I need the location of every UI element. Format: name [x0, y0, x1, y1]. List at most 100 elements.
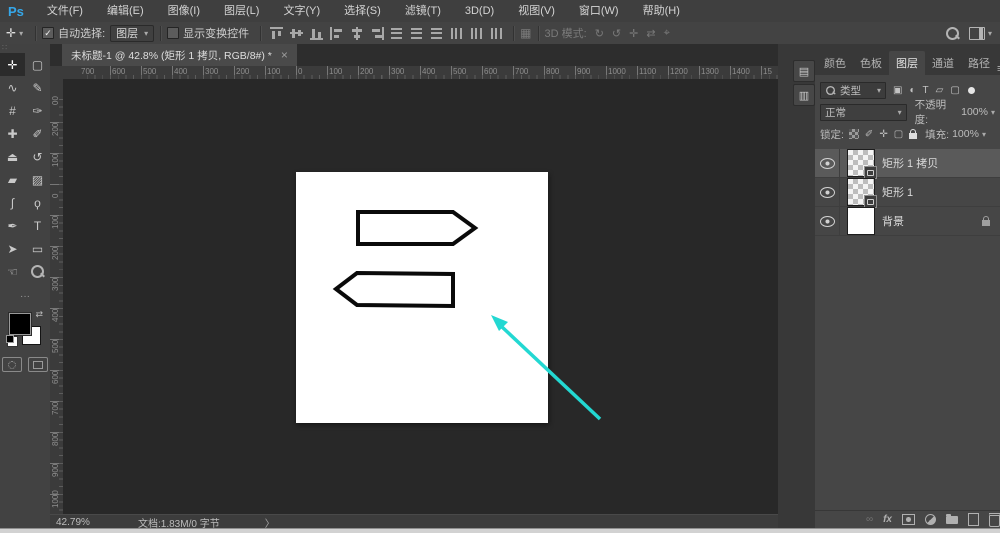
quick-selection-tool[interactable]: ✎: [25, 76, 50, 99]
menu-item-10[interactable]: 帮助(H): [631, 1, 692, 22]
move-tool[interactable]: ✛: [0, 53, 25, 76]
menu-item-2[interactable]: 图像(I): [156, 1, 212, 22]
current-tool-chip[interactable]: ✛ ▾: [0, 26, 29, 40]
layer-row[interactable]: 背景: [815, 207, 1000, 236]
menu-item-6[interactable]: 滤镜(T): [393, 1, 453, 22]
menu-item-9[interactable]: 窗口(W): [567, 1, 631, 22]
menu-item-0[interactable]: 文件(F): [35, 1, 95, 22]
lasso-tool[interactable]: ∿: [0, 76, 25, 99]
zoom-tool[interactable]: [25, 260, 50, 283]
rectangular-marquee-tool[interactable]: ▢: [25, 53, 50, 76]
eye-icon: [820, 216, 835, 227]
lock-position-icon[interactable]: ✛: [879, 129, 887, 140]
distribute-vcenter-icon[interactable]: [410, 27, 424, 40]
lock-transparent-icon[interactable]: [849, 129, 859, 139]
add-mask-icon[interactable]: [902, 514, 915, 525]
shape-tool[interactable]: ▭: [25, 237, 50, 260]
pasteboard[interactable]: [63, 79, 778, 514]
layer-row[interactable]: 矩形 1: [815, 178, 1000, 207]
filter-shape-layers-icon[interactable]: ▱: [936, 85, 944, 96]
align-bottom-icon[interactable]: [310, 27, 324, 40]
panel-tab-通道[interactable]: 通道: [925, 51, 961, 75]
foreground-color-swatch[interactable]: [9, 313, 31, 335]
crop-tool[interactable]: #: [0, 99, 25, 122]
swap-colors-icon[interactable]: ⇄: [35, 309, 43, 320]
history-panel-icon[interactable]: ▤: [793, 60, 815, 82]
eyedropper-tool[interactable]: ✑: [25, 99, 50, 122]
distribute-top-icon[interactable]: [390, 27, 404, 40]
default-colors-icon[interactable]: [7, 336, 18, 347]
auto-select-target-dropdown[interactable]: 图层 ▾: [110, 25, 154, 42]
smudge-tool[interactable]: ∫: [0, 191, 25, 214]
search-icon[interactable]: [946, 27, 959, 40]
hand-tool[interactable]: ☜: [0, 260, 25, 283]
blend-mode-dropdown[interactable]: 正常 ▾: [820, 104, 907, 121]
history-brush-tool[interactable]: ↺: [25, 145, 50, 168]
eraser-tool[interactable]: ▰: [0, 168, 25, 191]
link-layers-icon[interactable]: ∞: [866, 515, 873, 525]
new-layer-icon[interactable]: [968, 513, 979, 526]
layer-visibility-toggle[interactable]: [815, 178, 840, 206]
show-transform-checkbox[interactable]: [167, 27, 179, 39]
menu-item-3[interactable]: 图层(L): [212, 1, 271, 22]
align-left-icon[interactable]: [330, 27, 344, 40]
distribute-right-icon[interactable]: [490, 27, 504, 40]
panel-tab-路径[interactable]: 路径: [961, 51, 997, 75]
brush-tool[interactable]: ✐: [25, 122, 50, 145]
zoom-level-field[interactable]: 42.79%: [56, 517, 108, 528]
adjustment-layer-icon[interactable]: [925, 514, 936, 525]
panel-grip[interactable]: ∷: [0, 44, 50, 53]
layer-style-icon[interactable]: fx: [883, 515, 892, 525]
filter-smart-objects-icon[interactable]: ▢: [950, 85, 959, 96]
screen-mode-button[interactable]: [28, 357, 48, 372]
layer-thumbnail[interactable]: [847, 207, 875, 235]
dodge-tool[interactable]: ϙ: [25, 191, 50, 214]
filter-adjustment-layers-icon[interactable]: ◐: [909, 85, 915, 96]
distribute-left-icon[interactable]: [450, 27, 464, 40]
menu-item-1[interactable]: 编辑(E): [95, 1, 156, 22]
gradient-tool[interactable]: ▨: [25, 168, 50, 191]
menu-item-7[interactable]: 3D(D): [453, 1, 506, 22]
panel-tab-色板[interactable]: 色板: [853, 51, 889, 75]
layer-visibility-toggle[interactable]: [815, 149, 840, 177]
panel-tab-颜色[interactable]: 颜色: [817, 51, 853, 75]
document-tab[interactable]: 未标题-1 @ 42.8% (矩形 1 拷贝, RGB/8#) * ×: [62, 44, 297, 66]
healing-brush-tool[interactable]: ✚: [0, 122, 25, 145]
align-top-icon[interactable]: [270, 27, 284, 40]
distribute-hcenter-icon[interactable]: [470, 27, 484, 40]
lock-image-icon[interactable]: ✐: [865, 129, 873, 140]
close-icon[interactable]: ×: [281, 48, 288, 62]
opacity-value[interactable]: 100%: [961, 106, 988, 118]
lock-artboard-icon[interactable]: ▢: [894, 129, 903, 140]
auto-align-icon[interactable]: ▦: [520, 26, 531, 40]
layer-thumbnail[interactable]: [847, 149, 875, 177]
layer-thumbnail[interactable]: [847, 178, 875, 206]
filter-type-layers-icon[interactable]: T: [923, 85, 929, 96]
workspace-switcher-icon[interactable]: [969, 27, 985, 40]
clone-stamp-tool[interactable]: ⏏: [0, 145, 25, 168]
align-right-icon[interactable]: [370, 27, 384, 40]
panel-tab-图层[interactable]: 图层: [889, 51, 925, 75]
distribute-bottom-icon[interactable]: [430, 27, 444, 40]
lock-all-icon[interactable]: [909, 133, 917, 139]
menu-item-8[interactable]: 视图(V): [506, 1, 567, 22]
menu-item-5[interactable]: 选择(S): [332, 1, 393, 22]
delete-layer-icon[interactable]: [989, 513, 1000, 527]
layer-row[interactable]: 矩形 1 拷贝: [815, 149, 1000, 178]
align-hcenter-icon[interactable]: [350, 27, 364, 40]
edit-toolbar-button[interactable]: ···: [0, 291, 50, 305]
filter-pixel-layers-icon[interactable]: ▣: [893, 85, 902, 96]
type-tool[interactable]: T: [25, 214, 50, 237]
auto-select-checkbox[interactable]: ✓: [42, 27, 54, 39]
new-group-icon[interactable]: [946, 516, 958, 524]
properties-panel-icon[interactable]: ▥: [793, 84, 815, 106]
menu-item-4[interactable]: 文字(Y): [271, 1, 332, 22]
layer-visibility-toggle[interactable]: [815, 207, 840, 235]
pen-tool[interactable]: ✒: [0, 214, 25, 237]
path-selection-tool[interactable]: ➤: [0, 237, 25, 260]
layer-filter-dropdown[interactable]: 类型 ▾: [820, 82, 886, 99]
layer-filter-toggle[interactable]: [968, 87, 975, 94]
quick-mask-button[interactable]: [2, 357, 22, 372]
align-vcenter-icon[interactable]: [290, 27, 304, 40]
fill-value[interactable]: 100%: [952, 128, 979, 140]
